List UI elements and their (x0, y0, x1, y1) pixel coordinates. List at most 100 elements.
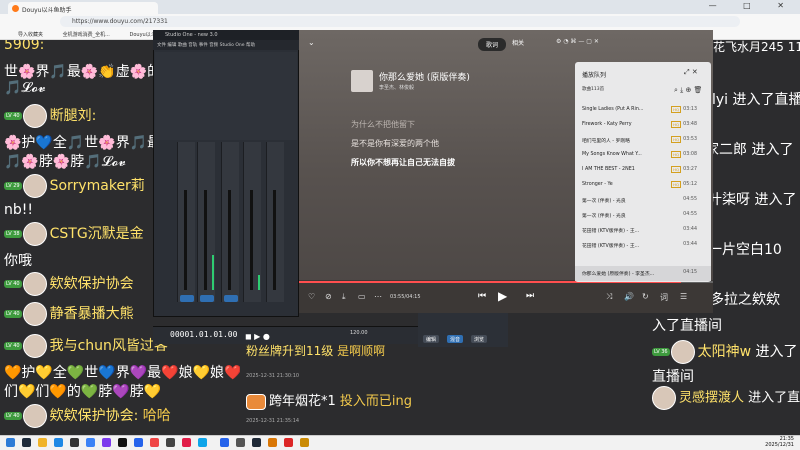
app-icon[interactable] (118, 438, 127, 447)
app-icon[interactable] (236, 438, 245, 447)
close-icon[interactable]: ⤢ ✕ (684, 68, 698, 77)
playlist-row-current[interactable]: 你那么爱她 (原版伴奏) - 李圣杰... 04:15 (575, 266, 711, 281)
chat-line: LV 29 Sorrymaker莉 (4, 174, 145, 198)
lyrics-icon[interactable]: 词 (660, 292, 668, 303)
more-icon[interactable]: ⋯ (374, 292, 382, 301)
loop-icon[interactable]: ↻ (642, 292, 649, 301)
avatar[interactable] (22, 302, 47, 326)
bookmark-item[interactable]: 导入收藏夹 (18, 31, 43, 38)
volume-fader[interactable] (204, 190, 207, 290)
song-title: 你那么爱她 (原版伴奏) (379, 73, 470, 83)
collapse-chevron-icon[interactable]: ⌄ (308, 38, 315, 47)
avatar[interactable] (652, 386, 676, 410)
player-window-controls-icon[interactable]: ⚙ ◔ ⌘ — ▢ ✕ (556, 38, 599, 45)
daw-menu-bar[interactable]: 文件 编辑 歌曲 音轨 事件 音频 Studio One 帮助 (153, 40, 299, 50)
daw-tab-mix[interactable]: 混音 (447, 335, 464, 343)
browser-icon[interactable] (220, 438, 229, 447)
app-icon[interactable] (182, 438, 191, 447)
chat-line: lyi 进入了直播 (712, 92, 800, 108)
chat-line: 花飞水月245 113 (713, 40, 800, 54)
avatar[interactable] (22, 404, 47, 428)
volume-fader[interactable] (250, 190, 253, 290)
chat-line: 🎵𝓛𝓸𝓿 (4, 80, 46, 96)
chat-timestamp: 2025-12-31 21:35:14 (246, 418, 300, 424)
daw-tab-edit[interactable]: 编辑 (423, 335, 440, 343)
playlist-tools-icon[interactable]: ⌕ ⤓ ⊕ 🗑 (674, 86, 702, 95)
channel-route-button[interactable] (180, 295, 194, 302)
like-icon[interactable]: ♡ (308, 292, 315, 301)
playlist-row[interactable]: Stronger - Ye HQ 05:12 (575, 178, 711, 193)
play-button[interactable]: ▶ (498, 289, 507, 303)
chat-line: LV 40 我与chun风皆过客 (4, 334, 168, 358)
dislike-icon[interactable]: ⊘ (325, 292, 332, 301)
app-icon[interactable] (284, 438, 293, 447)
app-icon[interactable] (70, 438, 79, 447)
app-icon[interactable] (300, 438, 309, 447)
app-icon[interactable] (166, 438, 175, 447)
avatar[interactable] (22, 104, 47, 128)
windows-start-icon[interactable] (6, 438, 15, 447)
avatar[interactable] (670, 340, 695, 364)
chat-line: 🎵🌸脖🌸脖🎵𝓛𝓸𝓿 (4, 154, 126, 170)
playlist-count: 歌曲113首 (582, 87, 605, 92)
level-meter (212, 255, 214, 290)
bookmark-item[interactable]: 全机游戏消费_全机... (63, 31, 110, 38)
queue-icon[interactable]: ☰ (680, 292, 687, 301)
comment-icon[interactable]: ▭ (358, 292, 366, 301)
playlist-row[interactable]: 花田错 (KTV版伴奏) - 王... 03:44 (575, 223, 711, 238)
chat-line: LV 40 静香暴播大熊 (4, 302, 134, 326)
level-meter (258, 275, 260, 290)
tab-related[interactable]: 相关 (512, 38, 524, 47)
avatar[interactable] (22, 222, 47, 246)
app-icon[interactable] (134, 438, 143, 447)
playlist-row[interactable]: 花田错 (KTV版伴奏) - 王... 03:44 (575, 238, 711, 253)
daw-tempo[interactable]: 120.00 (350, 330, 368, 336)
playlist-row[interactable]: My Songs Know What Y... HQ 03:08 (575, 148, 711, 163)
app-icon[interactable] (198, 438, 207, 447)
app-icon[interactable] (150, 438, 159, 447)
avatar[interactable] (22, 334, 47, 358)
browser-tab[interactable]: Douyu以斗鱼助手 (8, 2, 158, 14)
playlist-row[interactable]: Single Ladies (Put A Rin... HQ 03:13 (575, 103, 711, 118)
volume-fader[interactable] (228, 190, 231, 290)
play-icon[interactable]: ◼ ▶ ● (245, 332, 270, 341)
avatar[interactable] (22, 174, 47, 198)
app-icon[interactable] (54, 438, 63, 447)
lyric-line: 为什么不把他留下 (351, 120, 415, 129)
app-icon[interactable] (102, 438, 111, 447)
window-controls[interactable]: — □ ✕ (709, 1, 796, 10)
playlist-row[interactable]: I AM THE BEST - 2NE1 HQ 03:27 (575, 163, 711, 178)
avatar[interactable] (22, 272, 47, 296)
playlist-row[interactable]: 第一次 (伴奏) - 光良 04:55 (575, 208, 711, 223)
playlist-row[interactable]: 第一次 (伴奏) - 光良 04:55 (575, 193, 711, 208)
song-artist[interactable]: 李圣杰、林俊毅 (379, 84, 414, 91)
channel-route-button[interactable] (224, 295, 238, 302)
system-clock[interactable]: 21:35 2025/12/31 (765, 436, 794, 448)
app-icon[interactable] (86, 438, 95, 447)
shuffle-icon[interactable]: ⤨ (606, 292, 612, 302)
app-icon[interactable] (252, 438, 261, 447)
steam-icon[interactable] (22, 438, 31, 447)
file-explorer-icon[interactable] (38, 438, 47, 447)
channel-route-button[interactable] (200, 295, 214, 302)
volume-fader[interactable] (184, 190, 187, 290)
next-button[interactable]: ⏭ (526, 291, 534, 301)
tab-lyrics[interactable]: 歌词 (478, 38, 507, 51)
daw-tab-browse[interactable]: 浏览 (471, 335, 488, 343)
volume-fader[interactable] (273, 190, 276, 290)
url-input[interactable]: https://www.douyu.com/217331 (60, 16, 740, 27)
chat-line: 5909: (4, 40, 45, 53)
download-icon[interactable]: ⤓ (342, 292, 346, 302)
previous-button[interactable]: ⏮ (478, 291, 486, 301)
lyric-line-current: 所以你不想再让自己无法自拔 (351, 158, 455, 167)
playlist-row[interactable]: Firework - Katy Perry HQ 03:48 (575, 118, 711, 133)
album-cover[interactable] (351, 70, 373, 92)
playlist-title: 播放队列 (582, 72, 607, 79)
chat-line: 一片空白10 (708, 242, 782, 258)
volume-icon[interactable]: 🔊 (624, 292, 634, 301)
playlist-row[interactable]: 咱们屯里的人 - 罗刚略 HQ 03:53 (575, 133, 711, 148)
chat-line: 粉丝牌升到11级 是啊顺啊 (246, 344, 386, 358)
chat-line: 🧡护💛全💚世💙界💜最❤️娘💛娘❤️ (4, 365, 240, 381)
app-icon[interactable] (268, 438, 277, 447)
chat-line: nb!! (4, 202, 33, 218)
